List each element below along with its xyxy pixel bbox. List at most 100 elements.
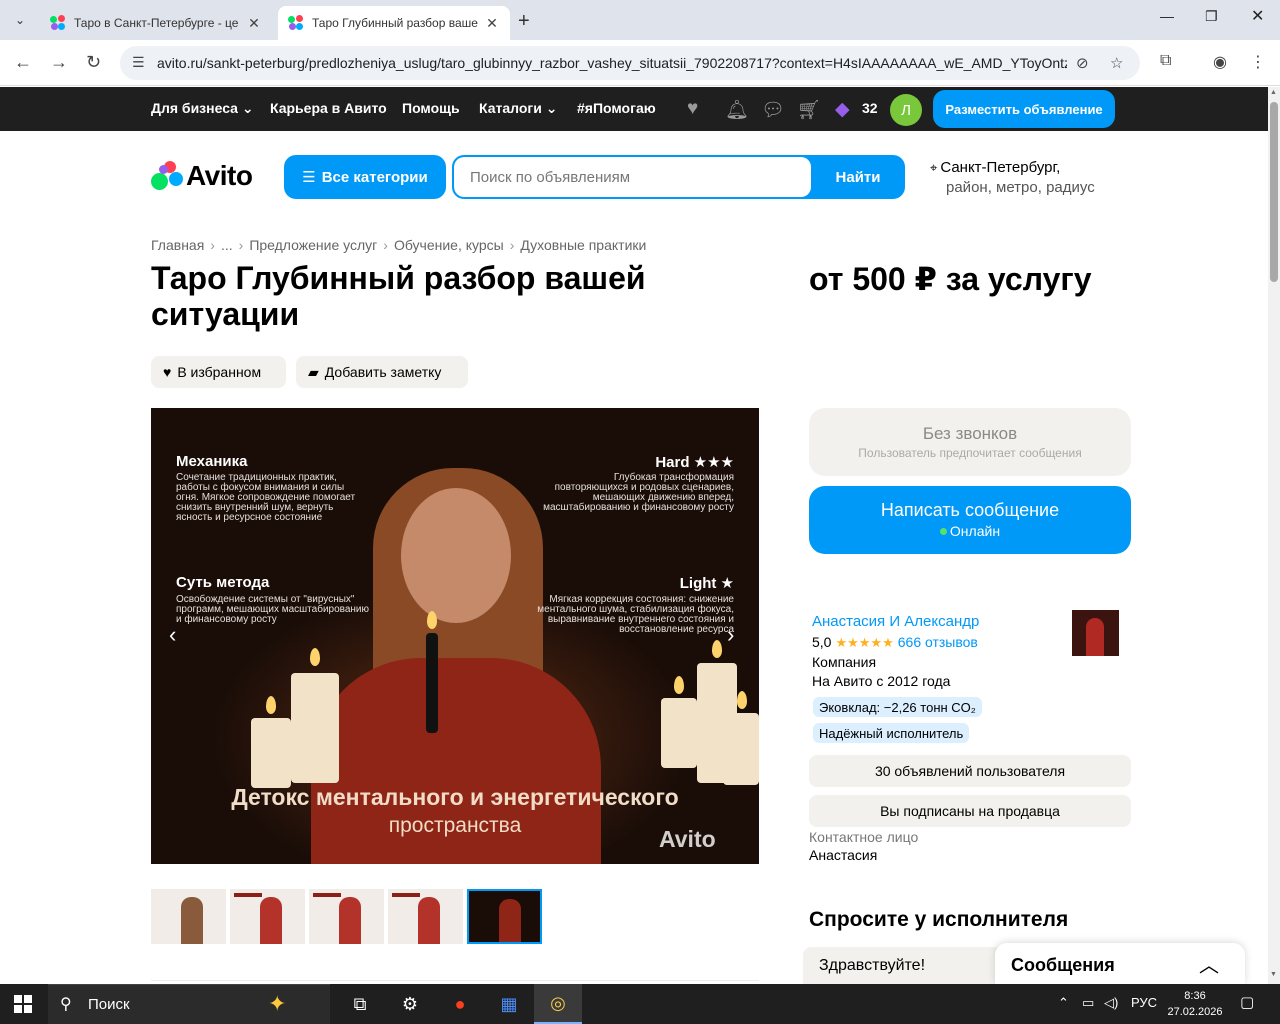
search-button[interactable]: Найти [811,157,903,197]
photo-text-method: Освобождение системы от "вирусных" прогр… [176,594,370,625]
breadcrumb-item[interactable]: Предложение услуг [249,237,377,253]
breadcrumb-item[interactable]: ... [221,237,233,253]
nav-ya-pomogayu[interactable]: #яПомогаю [577,100,656,116]
heart-icon: ♥ [163,364,172,380]
seller-avatar-figure [1086,618,1104,656]
profile-icon[interactable]: ◉ [1213,52,1227,72]
reviews-link[interactable]: 666 отзывов [898,634,978,650]
seller-avatar[interactable] [1072,610,1119,656]
add-note-button[interactable]: ▰ Добавить заметку [296,356,468,388]
notifications-icon[interactable]: ▢ [1240,993,1254,1011]
cart-icon[interactable]: 🛒︎ [797,98,821,122]
write-message-button[interactable]: Написать сообщение Онлайн [809,486,1131,554]
site-settings-icon[interactable]: ☰ [132,54,145,71]
all-categories-button[interactable]: ☰ Все категории [284,155,446,199]
windows-start-icon[interactable] [14,995,32,1013]
seller-since: На Авито с 2012 года [812,673,951,689]
reload-icon[interactable]: ↻ [86,52,101,73]
reliable-badge[interactable]: Надёжный исполнитель [813,723,970,743]
online-status: Онлайн [809,523,1131,539]
candle [291,673,339,783]
breadcrumb-item[interactable]: Обучение, курсы [394,237,504,253]
messages-chat-icon[interactable]: 💬︎ [761,98,785,122]
black-candle [426,633,438,733]
photo-text-mechanics-title: Механика [176,453,248,470]
scroll-up-icon[interactable]: ▲ [1270,89,1277,96]
new-tab-plus-icon[interactable]: + [518,10,530,33]
thumbnail[interactable] [151,889,226,944]
bonus-count: 32 [862,100,878,116]
nav-for-business[interactable]: Для бизнеса ⌄ [151,100,254,117]
thumbnail-label [234,893,262,897]
window-close-icon[interactable]: ✕ [1251,6,1264,26]
seller-name[interactable]: Анастасия И Александр [812,613,979,630]
browser-menu-icon[interactable]: ⋮ [1250,52,1266,72]
location-selector[interactable]: ⌖ Санкт-Петербург, район, метро, радиус [930,158,1095,198]
candle-flame-icon [427,611,437,629]
breadcrumb-item[interactable]: Главная [151,237,204,253]
address-bar[interactable]: ☰ avito.ru/sankt-peterburg/predlozheniya… [120,46,1140,80]
post-ad-button[interactable]: Разместить объявление [933,90,1115,128]
thumbnail-selected[interactable] [467,889,542,944]
user-avatar[interactable]: Л [890,94,922,126]
seller-ads-button[interactable]: 30 объявлений пользователя [809,755,1131,787]
bookmark-star-icon[interactable]: ☆ [1110,54,1123,72]
tracking-off-icon[interactable]: ⊘ [1076,54,1089,72]
page-scrollbar[interactable]: ▲ ▼ [1268,87,1280,984]
language-indicator[interactable]: РУС [1131,995,1157,1010]
favorites-heart-icon[interactable]: ♥ [687,98,698,120]
thumbnail[interactable] [309,889,384,944]
bonus-ticket-icon[interactable]: ◆ [835,98,850,121]
scrollbar-thumb[interactable] [1270,102,1278,282]
tab-search-button[interactable]: ⌄ [8,8,32,32]
back-arrow-icon[interactable]: ← [14,52,32,73]
notifications-bell-icon[interactable]: 🔔︎ [725,98,749,122]
main-photo[interactable]: Механика Сочетание традиционных практик,… [151,408,759,864]
favorite-button[interactable]: ♥ В избранном [151,356,286,388]
tray-chevron-up-icon[interactable]: ⌃ [1058,995,1069,1011]
breadcrumb-item[interactable]: Духовные практики [520,237,646,253]
forward-arrow-icon[interactable]: → [50,52,68,73]
close-icon[interactable]: ✕ [484,15,500,32]
close-icon[interactable]: ✕ [246,15,262,32]
taskbar-search[interactable]: ⚲ Поиск ✦ [48,984,330,1024]
nav-catalogs[interactable]: Каталоги ⌄ [479,100,557,117]
photo-headline: Детокс ментального и энергетического [231,784,679,810]
search-input[interactable] [454,157,811,197]
task-view-icon[interactable]: ⧉ [336,984,384,1024]
restore-icon[interactable]: ❐ [1205,8,1218,25]
extensions-puzzle-icon[interactable]: ⧉ [1160,52,1171,70]
tab-title: Таро в Санкт-Петербурге - це [74,16,239,30]
scroll-down-icon[interactable]: ▼ [1270,971,1277,978]
chevron-down-icon: ⌄ [241,100,254,116]
subscribed-button[interactable]: Вы подписаны на продавца [809,795,1131,827]
chrome-icon[interactable]: ◎ [534,984,582,1024]
quick-reply-chip[interactable]: Здравствуйте! [803,947,999,984]
chevron-up-icon[interactable]: ︿ [1199,949,1219,978]
app-tiles-icon[interactable]: ▦ [485,984,533,1024]
yandex-browser-icon[interactable]: ● [436,984,484,1024]
tab-inactive[interactable]: Таро в Санкт-Петербурге - це ✕ [40,6,272,40]
minimize-icon[interactable]: — [1160,8,1174,24]
nav-help[interactable]: Помощь [402,100,460,116]
eco-badge[interactable]: Эковклад: −2,26 тонн CO₂ [813,697,982,717]
gallery-next-chevron-icon[interactable]: › [727,622,734,648]
settings-gear-icon[interactable]: ⚙ [386,984,434,1024]
no-calls-button[interactable]: Без звонков Пользователь предпочитает со… [809,408,1131,476]
thumbnail[interactable] [388,889,463,944]
taskbar-clock[interactable]: 8:36 27.02.2026 [1160,988,1230,1020]
volume-icon[interactable]: ◁) [1104,995,1118,1011]
nav-career[interactable]: Карьера в Авито [270,100,387,116]
gallery-prev-chevron-icon[interactable]: ‹ [169,622,176,648]
candle-flame-icon [266,696,276,714]
chevron-right-icon: › [238,237,244,253]
contact-person-label: Контактное лицо [809,829,919,845]
messages-panel[interactable]: Сообщения ︿ [995,943,1245,984]
tab-active[interactable]: Таро Глубинный разбор ваше ✕ [278,6,510,40]
contact-person-name: Анастасия [809,847,878,863]
network-icon[interactable]: ▭ [1082,995,1094,1011]
sparkle-icon: ✦ [268,991,287,1016]
location-pin-icon: ⌖ [930,160,938,175]
avito-logo[interactable]: Avito [151,160,253,192]
thumbnail[interactable] [230,889,305,944]
